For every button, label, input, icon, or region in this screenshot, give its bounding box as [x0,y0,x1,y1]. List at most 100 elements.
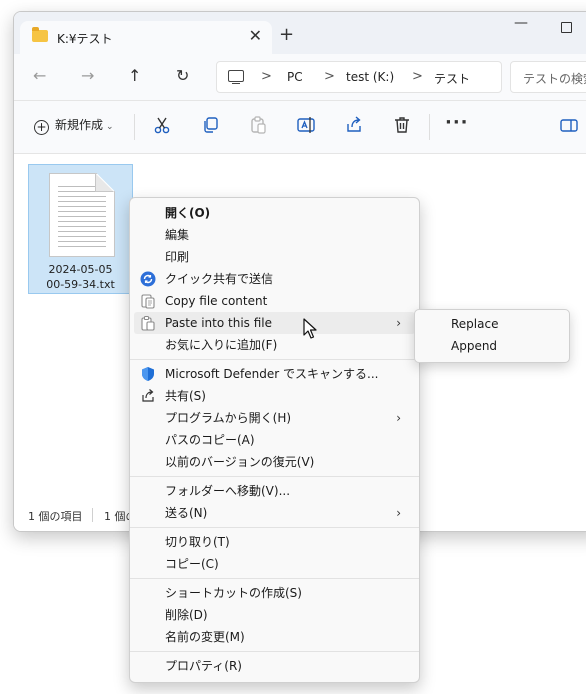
new-tab-button[interactable]: + [279,24,294,45]
menu-divider [130,527,419,528]
menu-item-label: 印刷 [165,250,190,264]
submenu-item-replace[interactable]: Replace [451,317,498,331]
copy-icon[interactable] [200,115,220,135]
menu-item-label: コピー(C) [165,557,219,571]
more-options-icon[interactable]: ··· [445,112,469,133]
menu-item-rename[interactable]: 名前の変更(M) [134,626,415,648]
menu-item-copy-file-content[interactable]: Copy file content [134,290,415,312]
paste-icon[interactable] [248,115,268,135]
tab-close-icon[interactable]: ✕ [249,26,262,45]
paste-into-file-icon [140,315,156,331]
menu-item-create-shortcut[interactable]: ショートカットの作成(S) [134,582,415,604]
forward-button[interactable]: → [81,66,94,85]
menu-divider [130,578,419,579]
menu-item-edit[interactable]: 編集 [134,224,415,246]
breadcrumb-folder[interactable]: テスト [434,70,470,87]
address-bar[interactable]: > PC > test (K:) > テスト [216,61,502,93]
menu-item-label: プロパティ(R) [165,659,242,673]
rename-icon[interactable] [296,115,316,135]
menu-item-open[interactable]: 開く(O) [134,202,415,224]
menu-item-label: 削除(D) [165,608,208,622]
submenu-arrow-icon: › [396,411,401,425]
menu-item-label: プログラムから開く(H) [165,411,292,425]
submenu-arrow-icon: › [396,316,401,330]
breadcrumb-drive[interactable]: test (K:) [346,70,394,84]
maximize-button[interactable] [561,22,572,33]
menu-item-copy-path[interactable]: パスのコピー(A) [134,429,415,451]
menu-item-open-with[interactable]: プログラムから開く(H) › [134,407,415,429]
navigation-bar: ← → ↑ ↻ > PC > test (K:) > テスト テストの検索 [14,54,586,101]
breadcrumb-pc[interactable]: PC [287,70,303,84]
submenu-item-append[interactable]: Append [451,339,497,353]
menu-item-share[interactable]: 共有(S) [134,385,415,407]
menu-item-cut[interactable]: 切り取り(T) [134,531,415,553]
menu-item-properties[interactable]: プロパティ(R) [134,655,415,677]
mouse-cursor-icon [303,318,319,340]
menu-item-send-to[interactable]: 送る(N) › [134,502,415,524]
menu-item-label: Microsoft Defender でスキャンする... [165,367,379,381]
menu-item-paste-into-file[interactable]: Paste into this file › [134,312,415,334]
menu-item-label: 切り取り(T) [165,535,230,549]
item-count: 1 個の項目 [28,510,83,523]
minimize-button[interactable]: — [514,15,528,31]
menu-item-restore-previous[interactable]: 以前のバージョンの復元(V) [134,451,415,473]
menu-divider [130,651,419,652]
up-button[interactable]: ↑ [128,66,141,85]
tab-active[interactable]: K:¥テスト ✕ [20,21,272,54]
command-bar: + 新規作成 ⌄ ··· [14,101,586,154]
search-box[interactable]: テストの検索 [510,61,586,93]
quick-share-icon [140,271,156,287]
menu-item-add-favorite[interactable]: お気に入りに追加(F) [134,334,415,356]
menu-item-defender-scan[interactable]: Microsoft Defender でスキャンする... [134,363,415,385]
new-button-label: 新規作成 [55,118,104,132]
menu-item-label: お気に入りに追加(F) [165,338,278,352]
file-name-line1: 2024-05-05 [48,263,113,276]
refresh-button[interactable]: ↻ [176,66,189,85]
share-icon [140,388,156,404]
share-icon[interactable] [344,115,364,135]
tab-title: K:¥テスト [57,32,113,46]
plus-icon: + [34,120,49,135]
menu-item-label: 開く(O) [165,206,211,220]
menu-divider [130,359,419,360]
menu-item-delete[interactable]: 削除(D) [134,604,415,626]
menu-item-label: 名前の変更(M) [165,630,245,644]
breadcrumb-chevron-icon[interactable]: > [412,69,423,84]
file-item[interactable]: 2024-05-05 00-59-34.txt [28,164,133,294]
menu-divider [130,476,419,477]
back-button[interactable]: ← [33,66,46,85]
menu-item-quick-share[interactable]: クイック共有で送信 [134,268,415,290]
context-menu: 開く(O) 編集 印刷 クイック共有で送信 Copy file content … [129,197,420,683]
file-name-line2: 00-59-34.txt [46,278,115,291]
menu-item-label: 共有(S) [165,389,206,403]
pc-icon [228,70,244,85]
delete-icon[interactable] [392,115,412,135]
folder-icon [32,27,48,42]
cut-icon[interactable] [152,115,172,135]
menu-item-label: Paste into this file [165,316,272,330]
menu-item-label: Copy file content [165,294,268,308]
search-placeholder: テストの検索 [523,72,586,86]
toolbar-divider [134,114,135,140]
paste-into-file-submenu: Replace Append [414,309,570,363]
menu-item-label: 以前のバージョンの復元(V) [165,455,315,469]
chevron-down-icon: ⌄ [106,122,114,132]
menu-item-copy[interactable]: コピー(C) [134,553,415,575]
details-pane-icon[interactable] [559,115,579,135]
menu-item-print[interactable]: 印刷 [134,246,415,268]
menu-item-label: クイック共有で送信 [165,272,274,286]
menu-item-label: ショートカットの作成(S) [165,586,302,600]
defender-shield-icon [140,366,156,382]
title-bar: K:¥テスト ✕ + — [14,12,586,54]
menu-item-label: パスのコピー(A) [165,433,255,447]
menu-item-move-to-folder[interactable]: フォルダーへ移動(V)... [134,480,415,502]
breadcrumb-chevron-icon[interactable]: > [324,69,335,84]
menu-item-label: 送る(N) [165,506,208,520]
copy-file-content-icon [140,293,156,309]
new-button[interactable]: + 新規作成 ⌄ [34,116,114,135]
file-name: 2024-05-05 00-59-34.txt [29,262,132,292]
menu-item-label: 編集 [165,228,190,242]
menu-item-label: フォルダーへ移動(V)... [165,484,291,498]
submenu-arrow-icon: › [396,506,401,520]
breadcrumb-chevron-icon[interactable]: > [261,69,272,84]
